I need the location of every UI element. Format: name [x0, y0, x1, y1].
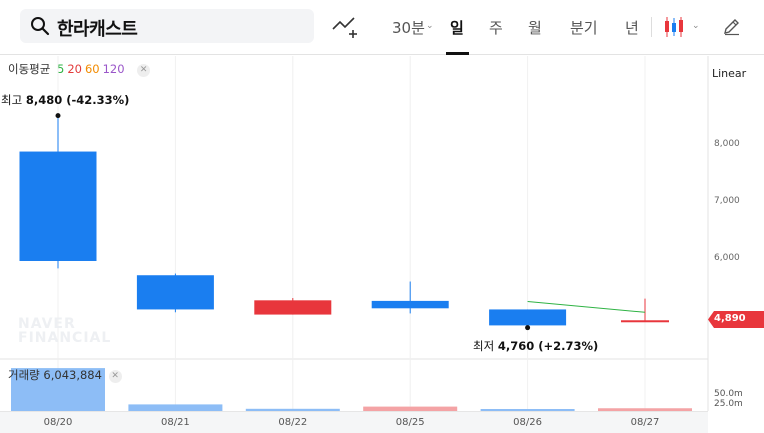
candle-body: [489, 309, 567, 326]
price-chart[interactable]: 8,000 7,000 6,000: [0, 56, 764, 411]
candle-body: [371, 300, 449, 309]
chart-toolbar: 한라캐스트 30분 ⌄ 일 주 월 분기 년 ⌄: [0, 0, 764, 55]
stock-name[interactable]: 한라캐스트: [57, 15, 138, 41]
candle-body: [19, 151, 97, 261]
tab-week[interactable]: 주: [489, 17, 503, 38]
volume-close-icon[interactable]: ✕: [108, 370, 122, 383]
chart-type-chevron-icon[interactable]: ⌄: [692, 21, 700, 31]
active-tab-indicator: [446, 52, 469, 55]
date-label: 08/21: [160, 417, 190, 428]
date-label: 08/25: [395, 417, 425, 428]
high-price-annotation: 최고 8,480 (-42.33%): [1, 93, 130, 107]
date-axis: 08/20 08/21 08/22 08/25 08/26 08/27: [0, 411, 708, 433]
volume-axis-label: 50.0m: [714, 389, 743, 399]
tab-day[interactable]: 일: [450, 17, 464, 38]
volume-axis-label: 25.0m: [714, 399, 743, 409]
price-tick-label: 6,000: [714, 253, 740, 263]
date-label: 08/27: [630, 417, 660, 428]
tab-month[interactable]: 월: [528, 17, 542, 38]
volume-value: 6,043,884: [43, 368, 102, 382]
low-price-annotation: 최저 4,760 (+2.73%): [473, 339, 599, 353]
volume-label: 거래량: [8, 368, 40, 382]
high-marker: [55, 113, 61, 119]
stock-search-box[interactable]: 한라캐스트: [20, 9, 314, 43]
low-marker: [525, 325, 531, 331]
pencil-icon[interactable]: [722, 16, 742, 36]
date-label: 08/26: [513, 417, 543, 428]
date-label: 08/22: [278, 417, 308, 428]
current-price-value: 4,890: [714, 313, 746, 324]
candle-body: [254, 300, 332, 315]
date-label: 08/20: [43, 417, 73, 428]
volume-bar: [128, 404, 223, 411]
price-tick-label: 7,000: [714, 196, 740, 206]
candlestick-icon[interactable]: [664, 15, 686, 39]
naver-financial-watermark: NAVER FINANCIAL: [18, 316, 112, 346]
volume-legend[interactable]: 거래량 6,043,884 ✕: [8, 367, 122, 383]
indicator-add-icon[interactable]: [332, 15, 358, 39]
price-tick-label: 8,000: [714, 139, 740, 149]
search-icon[interactable]: [30, 16, 50, 36]
candle-body: [136, 275, 214, 310]
tab-year[interactable]: 년: [625, 17, 639, 38]
chevron-down-icon[interactable]: ⌄: [426, 21, 434, 31]
toolbar-divider: [651, 17, 652, 37]
tab-30min[interactable]: 30분: [392, 17, 425, 38]
candle-body: [621, 320, 669, 323]
tab-quarter[interactable]: 분기: [570, 17, 598, 38]
